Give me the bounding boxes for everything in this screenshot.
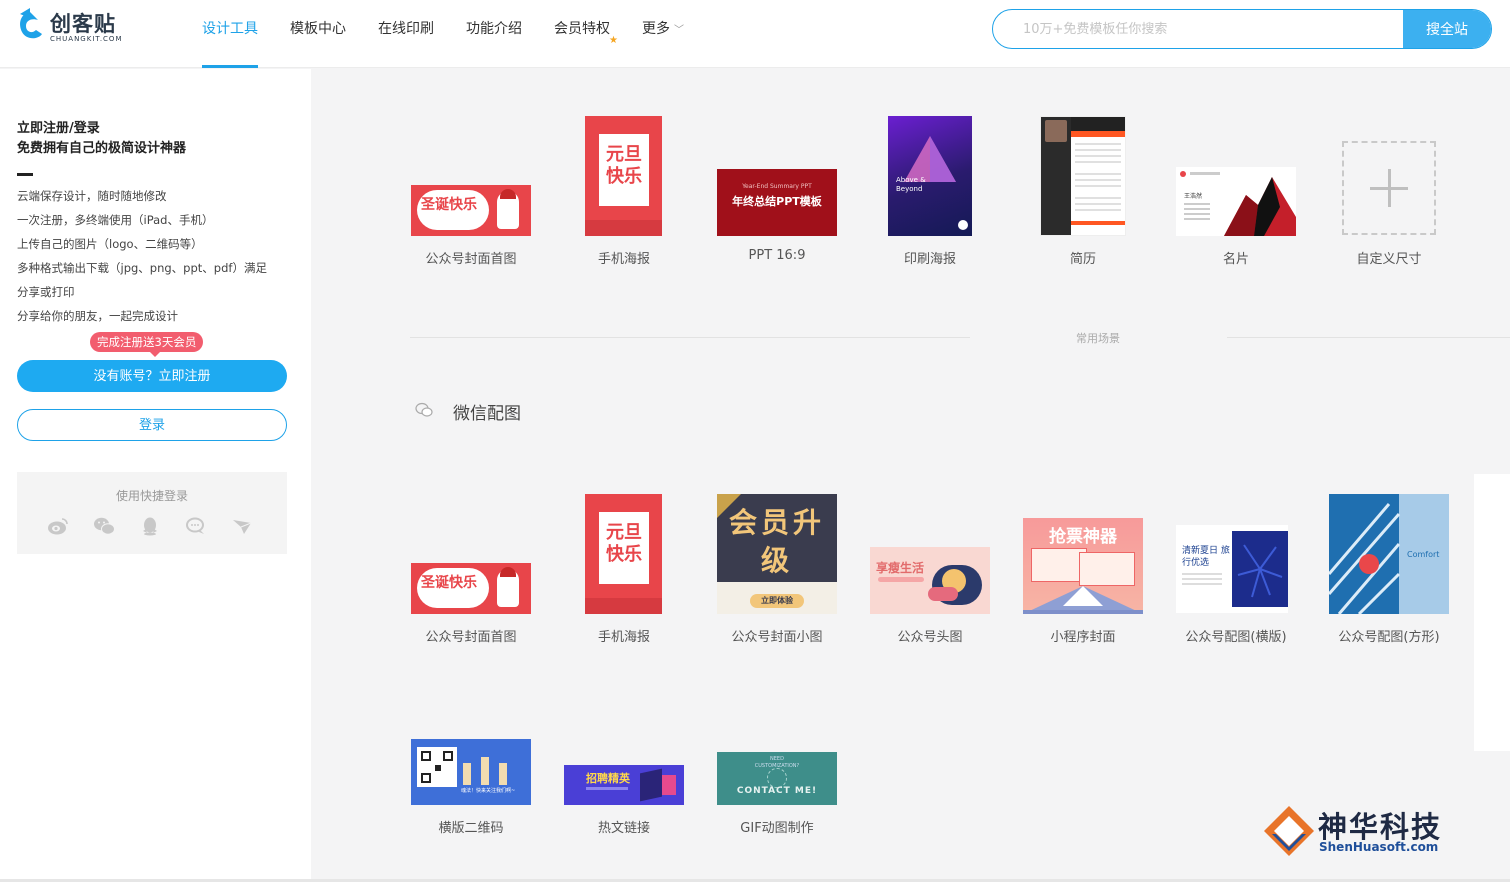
template-label: PPT 16:9	[748, 248, 806, 263]
register-bonus-badge: 完成注册送3天会员	[90, 332, 204, 357]
template-label: 手机海报	[597, 630, 650, 645]
template-thumbnail: 王浩然	[1176, 167, 1296, 236]
logo-text: 创客贴	[50, 12, 116, 36]
template-thumbnail: 享瘦生活	[870, 547, 990, 614]
template-label: 公众号封面小图	[731, 630, 823, 645]
template-thumbnail: 圣诞快乐	[411, 185, 531, 236]
weibo-icon[interactable]	[47, 516, 69, 536]
main-nav: 设计工具 模板中心 在线印刷 功能介绍 会员特权 ★ 更多 ﹀	[202, 0, 716, 68]
template-thumbnail: 招聘精英	[564, 765, 684, 805]
template-label: 热文链接	[597, 821, 650, 836]
watermark-icon	[1264, 806, 1314, 856]
quick-login-label: 使用快捷登录	[115, 489, 188, 503]
template-label: GIF动图制作	[740, 821, 814, 836]
template-label: 印刷海报	[903, 252, 956, 267]
template-thumbnail: 元旦快乐	[585, 494, 662, 614]
wechat-icon	[415, 402, 433, 417]
template-thumbnail: 元旦快乐	[585, 116, 662, 236]
logo-icon	[20, 8, 42, 39]
search-button[interactable]: 搜全站	[1403, 10, 1491, 48]
nav-more[interactable]: 更多 ﹀	[642, 0, 684, 68]
benefit-item: 分享或打印	[17, 285, 75, 299]
template-thumbnail: 抢票神器	[1023, 518, 1143, 614]
nav-features[interactable]: 功能介绍	[466, 0, 522, 68]
template-label: 横版二维码	[438, 821, 504, 836]
template-label: 名片	[1222, 252, 1249, 267]
template-label: 简历	[1069, 252, 1096, 267]
template-label: 公众号配图(方形)	[1338, 630, 1440, 645]
title-underline	[17, 173, 33, 176]
benefit-item: 上传自己的图片（logo、二维码等）	[17, 237, 203, 251]
login-button[interactable]: 登录	[17, 409, 287, 441]
template-thumbnail: 会员升级 立即体验	[717, 494, 837, 614]
template-label: 公众号封面首图	[425, 252, 517, 267]
custom-size-box: +	[1342, 141, 1436, 235]
nav-membership[interactable]: 会员特权 ★	[554, 0, 618, 68]
scroll-edge	[1474, 474, 1510, 751]
logo[interactable]: 创客贴 CHUANGKIT.COM	[16, 6, 136, 46]
qq-icon[interactable]	[139, 516, 161, 536]
template-thumbnail: Above & Beyond	[888, 116, 972, 236]
template-thumbnail: Year-End Summary PPT 年终总结PPT模板	[717, 169, 837, 236]
divider-label: 常用场景	[1076, 332, 1120, 345]
template-label: 自定义尺寸	[1356, 252, 1422, 267]
template-thumbnail: 清新夏日 旅行优选	[1176, 525, 1288, 613]
template-label: 公众号封面首图	[425, 630, 517, 645]
chevron-down-icon: ﹀	[674, 25, 684, 36]
login-sidebar: 立即注册/登录 免费拥有自己的极简设计神器 云端保存设计，随时随地修改 一次注册…	[0, 69, 311, 882]
watermark-logo: 神华科技 ShenHuasoft.com	[1262, 800, 1472, 860]
section-divider	[1227, 337, 1510, 338]
main-content: 圣诞快乐 公众号封面首图 元旦快乐 手机海报 Year-End Summary …	[311, 69, 1510, 879]
section-divider	[410, 337, 970, 338]
template-label: 手机海报	[597, 252, 650, 267]
nav-design-tools[interactable]: 设计工具	[202, 0, 258, 68]
watermark-subtext: ShenHuasoft.com	[1319, 840, 1439, 854]
search-input[interactable]	[993, 10, 1405, 48]
quick-login-panel: 使用快捷登录	[17, 472, 287, 554]
chat-icon[interactable]	[185, 516, 207, 536]
benefit-list: 云端保存设计，随时随地修改 一次注册，多终端使用（iPad、手机） 上传自己的图…	[17, 184, 267, 328]
template-thumbnail: Comfort	[1329, 494, 1449, 614]
template-thumbnail: 圣诞快乐	[411, 563, 531, 614]
search-box: 搜全站	[992, 9, 1492, 49]
benefit-item: 云端保存设计，随时随地修改	[17, 189, 167, 203]
template-thumbnail: NEED CUSTOMIZATION? CONTACT ME!	[717, 752, 837, 805]
plane-icon[interactable]	[231, 516, 253, 536]
benefit-item: 一次注册，多终端使用（iPad、手机）	[17, 213, 214, 227]
template-label: 小程序封面	[1050, 630, 1116, 645]
quick-login-icons	[47, 516, 277, 536]
template-label: 公众号配图(横版)	[1185, 630, 1287, 645]
logo-subtext: CHUANGKIT.COM	[50, 35, 123, 43]
star-icon: ★	[609, 35, 618, 46]
benefit-item: 多种格式输出下载（jpg、png、ppt、pdf）满足	[17, 261, 267, 275]
section-title: 微信配图	[453, 404, 521, 424]
nav-template-center[interactable]: 模板中心	[290, 0, 346, 68]
nav-online-print[interactable]: 在线印刷	[378, 0, 434, 68]
benefit-item: 分享给你的朋友，一起完成设计	[17, 309, 178, 323]
sidebar-title: 立即注册/登录 免费拥有自己的极简设计神器	[17, 121, 187, 156]
template-thumbnail	[1040, 116, 1126, 236]
top-header: 创客贴 CHUANGKIT.COM 设计工具 模板中心 在线印刷 功能介绍 会员…	[0, 0, 1510, 68]
template-thumbnail: 魂法！快来关注我们啊~	[411, 739, 531, 805]
register-button[interactable]: 没有账号？立即注册	[17, 360, 287, 392]
template-label: 公众号头图	[897, 630, 963, 645]
wechat-icon[interactable]	[93, 516, 115, 536]
